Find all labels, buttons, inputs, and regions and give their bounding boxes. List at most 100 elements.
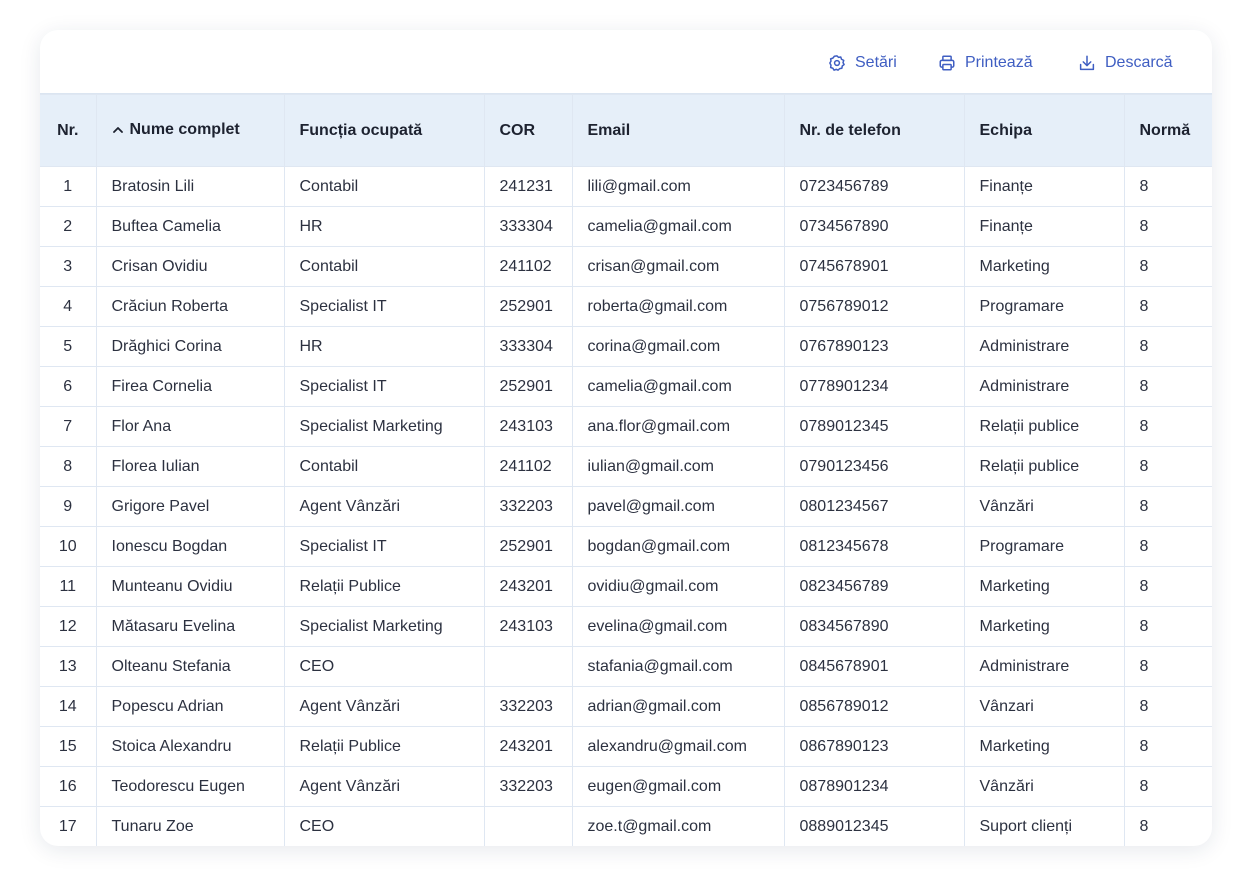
table-row[interactable]: 3 Crisan Ovidiu Contabil 241102 crisan@gmail… <box>40 246 1212 287</box>
cell-team: Marketing <box>963 726 1125 767</box>
employees-card: Setări Printează Descarcă Nr. Nume compl… <box>40 30 1212 846</box>
cell-function: Specialist IT <box>283 286 485 327</box>
cell-email: pavel@gmail.com <box>571 486 785 527</box>
download-button[interactable]: Descarcă <box>1078 52 1173 74</box>
cell-norm: 8 <box>1123 286 1212 327</box>
cell-full-name: Crăciun Roberta <box>95 286 285 327</box>
cell-phone: 0889012345 <box>783 806 965 846</box>
cell-function: HR <box>283 326 485 367</box>
download-label: Descarcă <box>1105 54 1173 71</box>
cell-nr: 16 <box>40 766 97 807</box>
table-row[interactable]: 11 Munteanu Ovidiu Relații Publice 243201 ov… <box>40 566 1212 607</box>
column-header-function[interactable]: Funcția ocupată <box>283 94 485 167</box>
table-row[interactable]: 13 Olteanu Stefania CEO stafania@gmail.com 0… <box>40 646 1212 687</box>
cell-cor: 241231 <box>483 166 573 207</box>
cell-nr: 1 <box>40 166 97 207</box>
employees-table: Nr. Nume complet Funcția ocupată COR Ema… <box>40 94 1212 846</box>
column-header-norm[interactable]: Normă <box>1123 94 1212 167</box>
cell-norm: 8 <box>1123 526 1212 567</box>
table-row[interactable]: 16 Teodorescu Eugen Agent Vânzări 332203 eug… <box>40 766 1212 807</box>
table-row[interactable]: 4 Crăciun Roberta Specialist IT 252901 rober… <box>40 286 1212 327</box>
column-header-name-label: Nume complet <box>129 120 240 138</box>
cell-nr: 11 <box>40 566 97 607</box>
cell-team: Marketing <box>963 606 1125 647</box>
cell-email: adrian@gmail.com <box>571 686 785 727</box>
cell-full-name: Ionescu Bogdan <box>95 526 285 567</box>
cell-phone: 0778901234 <box>783 366 965 407</box>
cell-email: eugen@gmail.com <box>571 766 785 807</box>
table-row[interactable]: 15 Stoica Alexandru Relații Publice 243201 a… <box>40 726 1212 767</box>
cell-function: Specialist Marketing <box>283 406 485 447</box>
cell-phone: 0756789012 <box>783 286 965 327</box>
table-row[interactable]: 6 Firea Cornelia Specialist IT 252901 cameli… <box>40 366 1212 407</box>
print-label: Printează <box>965 54 1033 71</box>
cell-phone: 0867890123 <box>783 726 965 767</box>
cell-cor: 252901 <box>483 366 573 407</box>
table-row[interactable]: 12 Mătasaru Evelina Specialist Marketing 24… <box>40 606 1212 647</box>
cell-function: HR <box>283 206 485 247</box>
cell-full-name: Mătasaru Evelina <box>95 606 285 647</box>
column-header-phone[interactable]: Nr. de telefon <box>783 94 965 167</box>
cell-team: Relații publice <box>963 406 1125 447</box>
column-header-name[interactable]: Nume complet <box>95 94 285 167</box>
cell-phone: 0745678901 <box>783 246 965 287</box>
cell-email: stafania@gmail.com <box>571 646 785 687</box>
cell-email: ana.flor@gmail.com <box>571 406 785 447</box>
table-row[interactable]: 8 Florea Iulian Contabil 241102 iulian@gmail… <box>40 446 1212 487</box>
cell-email: camelia@gmail.com <box>571 366 785 407</box>
table-toolbar: Setări Printează Descarcă <box>40 30 1212 94</box>
cell-norm: 8 <box>1123 326 1212 367</box>
cell-cor: 243103 <box>483 406 573 447</box>
cell-cor: 243201 <box>483 726 573 767</box>
cell-full-name: Bratosin Lili <box>95 166 285 207</box>
cell-phone: 0823456789 <box>783 566 965 607</box>
download-icon <box>1079 55 1095 71</box>
cell-email: ovidiu@gmail.com <box>571 566 785 607</box>
cell-nr: 4 <box>40 286 97 327</box>
table-row[interactable]: 14 Popescu Adrian Agent Vânzări 332203 adria… <box>40 686 1212 727</box>
table-row[interactable]: 1 Bratosin Lili Contabil 241231 lili@gmail.c… <box>40 166 1212 207</box>
cell-function: Relații Publice <box>283 566 485 607</box>
cell-function: Specialist Marketing <box>283 606 485 647</box>
column-header-cor[interactable]: COR <box>483 94 573 167</box>
cell-team: Programare <box>963 286 1125 327</box>
column-header-team[interactable]: Echipa <box>963 94 1125 167</box>
cell-cor: 241102 <box>483 446 573 487</box>
column-header-nr[interactable]: Nr. <box>40 94 97 167</box>
cell-norm: 8 <box>1123 686 1212 727</box>
column-header-email[interactable]: Email <box>571 94 785 167</box>
settings-button[interactable]: Setări <box>828 52 897 74</box>
cell-email: evelina@gmail.com <box>571 606 785 647</box>
table-row[interactable]: 9 Grigore Pavel Agent Vânzări 332203 pavel@g… <box>40 486 1212 527</box>
cell-email: zoe.t@gmail.com <box>571 806 785 846</box>
cell-nr: 8 <box>40 446 97 487</box>
cell-team: Marketing <box>963 246 1125 287</box>
cell-function: Relații Publice <box>283 726 485 767</box>
cell-full-name: Teodorescu Eugen <box>95 766 285 807</box>
cell-nr: 14 <box>40 686 97 727</box>
cell-email: alexandru@gmail.com <box>571 726 785 767</box>
table-row[interactable]: 2 Buftea Camelia HR 333304 camelia@gmail.com… <box>40 206 1212 247</box>
cell-full-name: Popescu Adrian <box>95 686 285 727</box>
cell-email: camelia@gmail.com <box>571 206 785 247</box>
table-row[interactable]: 10 Ionescu Bogdan Specialist IT 252901 bogda… <box>40 526 1212 567</box>
cell-norm: 8 <box>1123 406 1212 447</box>
cell-cor <box>483 646 573 687</box>
cell-function: Specialist IT <box>283 526 485 567</box>
table-row[interactable]: 17 Tunaru Zoe CEO zoe.t@gmail.com 0889012345… <box>40 806 1212 846</box>
cell-function: CEO <box>283 646 485 687</box>
cell-phone: 0856789012 <box>783 686 965 727</box>
cell-team: Suport clienți <box>963 806 1125 846</box>
print-button[interactable]: Printează <box>938 52 1033 74</box>
table-row[interactable]: 7 Flor Ana Specialist Marketing 243103 ana.f… <box>40 406 1212 447</box>
gear-icon <box>829 55 845 71</box>
cell-team: Vânzări <box>963 486 1125 527</box>
cell-nr: 3 <box>40 246 97 287</box>
cell-norm: 8 <box>1123 566 1212 607</box>
cell-nr: 5 <box>40 326 97 367</box>
cell-full-name: Firea Cornelia <box>95 366 285 407</box>
cell-norm: 8 <box>1123 166 1212 207</box>
cell-team: Administrare <box>963 326 1125 367</box>
table-row[interactable]: 5 Drăghici Corina HR 333304 corina@gmail.com… <box>40 326 1212 367</box>
cell-full-name: Drăghici Corina <box>95 326 285 367</box>
